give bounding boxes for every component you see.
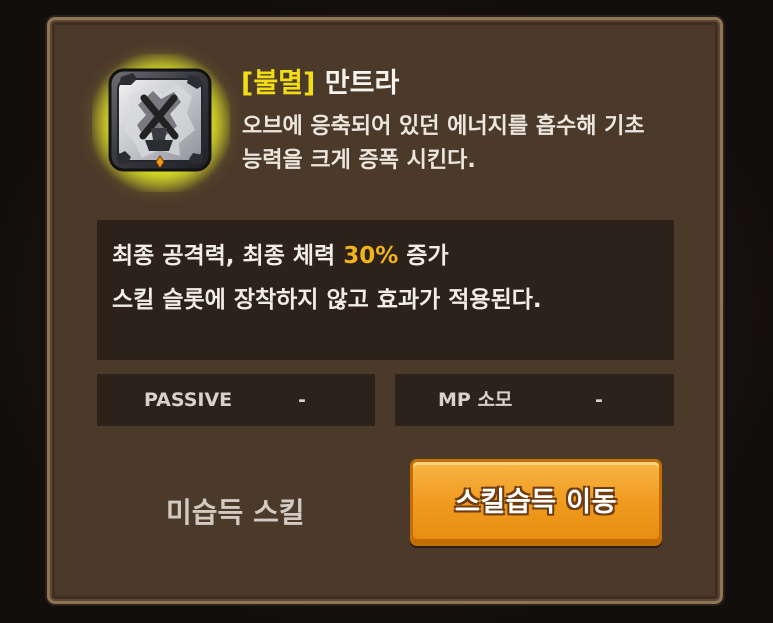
passive-card: PASSIVE -	[97, 374, 375, 426]
effect-line-2: 스킬 슬롯에 장착하지 않고 효과가 적용된다.	[112, 287, 542, 313]
effect-suffix: 증가	[398, 243, 449, 269]
skill-title: [불멸] 만트라	[241, 66, 399, 102]
passive-value: -	[298, 389, 306, 411]
skill-learn-move-button[interactable]: 스킬습득 이동	[410, 459, 662, 546]
skill-tag: [불멸]	[241, 68, 316, 99]
effect-value: 30%	[343, 243, 399, 269]
effect-box: 최종 공격력, 최종 체력 30% 증가 스킬 슬롯에 장착하지 않고 효과가 …	[97, 220, 674, 360]
skill-name: 만트라	[324, 68, 400, 99]
skill-description: 오브에 응축되어 있던 에너지를 흡수해 기초 능력을 크게 증폭 시킨다.	[242, 110, 682, 178]
effect-prefix: 최종 공격력, 최종 체력	[112, 243, 344, 269]
mp-cost-card: MP 소모 -	[395, 374, 674, 426]
mp-label: MP 소모	[438, 389, 513, 411]
mp-value: -	[595, 389, 603, 411]
passive-label: PASSIVE	[144, 389, 233, 411]
effect-line-1: 최종 공격력, 최종 체력 30% 증가	[112, 234, 659, 278]
description-line: 오브에 응축되어 있던 에너지를 흡수해 기초	[242, 114, 645, 139]
skill-icon	[108, 68, 212, 172]
unlearned-skill-label: 미습득 스킬	[166, 496, 305, 529]
description-line: 능력을 크게 증폭 시킨다.	[242, 148, 476, 173]
